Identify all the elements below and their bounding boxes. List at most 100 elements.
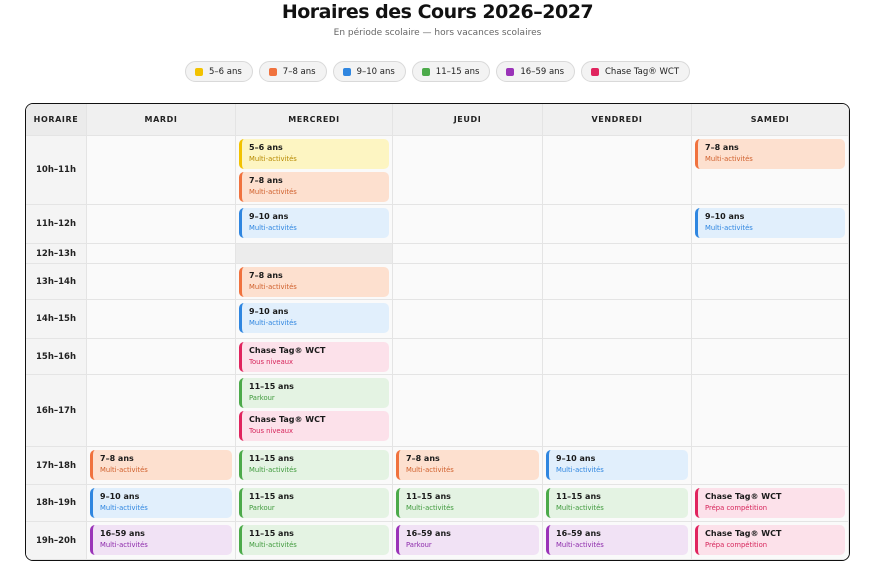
header-horaire: HORAIRE xyxy=(26,104,87,136)
legend-chip-g1115[interactable]: 11–15 ans xyxy=(411,61,491,82)
class-group-label: 11–15 ans xyxy=(249,454,294,463)
legend-swatch xyxy=(421,67,430,76)
class-card[interactable]: 11–15 ans Multi-activités xyxy=(546,488,688,518)
legend-chip-g56[interactable]: 5–6 ans xyxy=(184,61,253,82)
class-card[interactable]: 9–10 ans Multi-activités xyxy=(239,208,389,238)
class-activity-label: Multi-activités xyxy=(705,224,753,232)
class-group-label: 11–15 ans xyxy=(249,529,294,538)
class-card[interactable]: 16–59 ans Parkour xyxy=(396,525,539,555)
class-card[interactable]: Chase Tag® WCT Tous niveaux xyxy=(239,342,389,372)
schedule-cell xyxy=(236,244,393,264)
class-activity-label: Multi-activités xyxy=(100,466,148,474)
class-activity-label: Tous niveaux xyxy=(249,358,294,366)
time-slot: 12h–13h xyxy=(26,244,87,264)
time-slot: 14h–15h xyxy=(26,300,87,339)
class-activity-label: Multi-activités xyxy=(406,466,454,474)
class-card[interactable]: 7–8 ans Multi-activités xyxy=(90,450,232,480)
header-day: MARDI xyxy=(87,104,236,136)
class-group-label: 11–15 ans xyxy=(249,382,294,391)
class-card[interactable]: 9–10 ans Multi-activités xyxy=(239,303,389,333)
class-group-label: 16–59 ans xyxy=(406,529,451,538)
schedule-cell xyxy=(692,447,849,485)
class-group-label: 7–8 ans xyxy=(249,271,283,280)
legend-chip-g1659[interactable]: 16–59 ans xyxy=(496,61,575,82)
class-group-label: Chase Tag® WCT xyxy=(249,346,326,355)
schedule-cell xyxy=(87,136,236,205)
class-card[interactable]: 7–8 ans Multi-activités xyxy=(239,267,389,297)
class-card[interactable]: 11–15 ans Multi-activités xyxy=(396,488,539,518)
class-activity-label: Multi-activités xyxy=(100,504,148,512)
class-card[interactable]: 9–10 ans Multi-activités xyxy=(695,208,845,238)
legend: 5–6 ans 7–8 ans 9–10 ans 11–15 ans 16–59 ans… xyxy=(0,61,875,82)
class-activity-label: Multi-activités xyxy=(249,319,297,327)
legend-swatch xyxy=(506,67,515,76)
schedule-cell xyxy=(393,205,543,244)
class-activity-label: Prépa compétition xyxy=(705,504,768,512)
time-slot: 18h–19h xyxy=(26,485,87,522)
legend-label: 11–15 ans xyxy=(435,66,480,77)
schedule-cell xyxy=(543,205,692,244)
legend-label: 5–6 ans xyxy=(208,66,242,77)
legend-label: Chase Tag® WCT xyxy=(605,66,680,77)
time-slot: 17h–18h xyxy=(26,447,87,485)
header-day: MERCREDI xyxy=(236,104,393,136)
legend-chip-g78[interactable]: 7–8 ans xyxy=(258,61,327,82)
class-activity-label: Multi-activités xyxy=(249,188,297,196)
class-card[interactable]: 9–10 ans Multi-activités xyxy=(90,488,232,518)
class-card[interactable]: 11–15 ans Multi-activités xyxy=(239,525,389,555)
schedule-cell xyxy=(692,264,849,300)
class-card[interactable]: 7–8 ans Multi-activités xyxy=(695,139,845,169)
class-card[interactable]: 16–59 ans Multi-activités xyxy=(90,525,232,555)
class-activity-label: Multi-activités xyxy=(249,155,297,163)
legend-chip-g910[interactable]: 9–10 ans xyxy=(332,61,406,82)
time-slot: 11h–12h xyxy=(26,205,87,244)
header-day: JEUDI xyxy=(393,104,543,136)
schedule-cell xyxy=(87,375,236,447)
class-activity-label: Multi-activités xyxy=(249,466,297,474)
class-group-label: 16–59 ans xyxy=(100,529,145,538)
class-activity-label: Multi-activités xyxy=(705,155,753,163)
class-group-label: 7–8 ans xyxy=(406,454,440,463)
time-slot: 19h–20h xyxy=(26,522,87,560)
schedule-cell xyxy=(543,300,692,339)
header-day: SAMEDI xyxy=(692,104,849,136)
class-card[interactable]: 7–8 ans Multi-activités xyxy=(239,172,389,202)
schedule-cell xyxy=(543,264,692,300)
class-activity-label: Multi-activités xyxy=(249,541,297,549)
class-card[interactable]: Chase Tag® WCT Prépa compétition xyxy=(695,525,845,555)
class-card[interactable]: Chase Tag® WCT Tous niveaux xyxy=(239,411,389,441)
class-group-label: 9–10 ans xyxy=(556,454,596,463)
schedule-cell xyxy=(393,136,543,205)
legend-label: 16–59 ans xyxy=(520,66,564,77)
class-activity-label: Parkour xyxy=(406,541,432,549)
class-card[interactable]: Chase Tag® WCT Prépa compétition xyxy=(695,488,845,518)
class-group-label: 7–8 ans xyxy=(705,143,739,152)
legend-chip-gct[interactable]: Chase Tag® WCT xyxy=(581,61,691,82)
class-activity-label: Parkour xyxy=(249,504,275,512)
schedule-table: HORAIRE MARDI MERCREDI JEUDI VENDREDI SAMEDI 1… xyxy=(25,103,850,561)
schedule-cell xyxy=(87,339,236,375)
legend-swatch xyxy=(342,67,351,76)
class-activity-label: Multi-activités xyxy=(556,504,604,512)
schedule-cell xyxy=(87,264,236,300)
legend-swatch xyxy=(591,67,599,76)
class-card[interactable]: 9–10 ans Multi-activités xyxy=(546,450,688,480)
schedule-cell xyxy=(692,244,849,264)
class-card[interactable]: 16–59 ans Multi-activités xyxy=(546,525,688,555)
page-subtitle: En période scolaire — hors vacances scol… xyxy=(333,28,542,38)
class-group-label: 7–8 ans xyxy=(100,454,134,463)
class-group-label: 9–10 ans xyxy=(100,492,140,501)
class-card[interactable]: 5–6 ans Multi-activités xyxy=(239,139,389,169)
class-activity-label: Multi-activités xyxy=(249,283,297,291)
time-slot: 10h–11h xyxy=(26,136,87,205)
class-card[interactable]: 7–8 ans Multi-activités xyxy=(396,450,539,480)
time-slot: 15h–16h xyxy=(26,339,87,375)
class-group-label: 11–15 ans xyxy=(249,492,294,501)
class-card[interactable]: 11–15 ans Multi-activités xyxy=(239,450,389,480)
class-activity-label: Parkour xyxy=(249,394,275,402)
time-slot: 13h–14h xyxy=(26,264,87,300)
class-card[interactable]: 11–15 ans Parkour xyxy=(239,378,389,408)
schedule-cell xyxy=(543,339,692,375)
class-activity-label: Prépa compétition xyxy=(705,541,768,549)
class-card[interactable]: 11–15 ans Parkour xyxy=(239,488,389,518)
